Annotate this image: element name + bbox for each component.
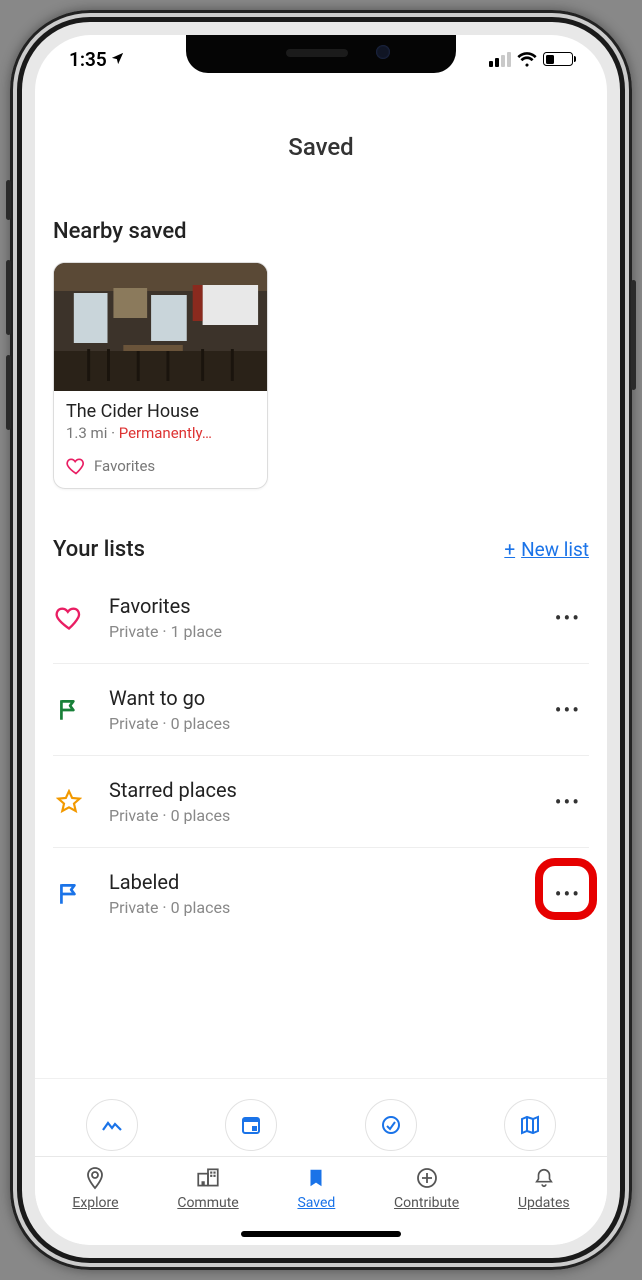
list-row-starred[interactable]: Starred places Private · 0 places ••• xyxy=(53,756,589,848)
list-more-button[interactable]: ••• xyxy=(549,600,587,636)
list-row-favorites[interactable]: Favorites Private · 1 place ••• xyxy=(53,572,589,664)
tab-saved[interactable]: Saved xyxy=(297,1165,335,1211)
status-time: 1:35 xyxy=(69,48,107,71)
map-icon xyxy=(518,1113,542,1137)
place-title: The Cider House xyxy=(66,401,255,422)
tab-contribute[interactable]: Contribute xyxy=(394,1165,459,1211)
list-name: Want to go xyxy=(109,686,523,710)
commute-icon xyxy=(195,1165,221,1191)
new-list-button[interactable]: + New list xyxy=(504,538,589,561)
chip-following[interactable]: Following xyxy=(336,1099,446,1156)
place-meta: 1.3 mi · Permanently… xyxy=(66,424,255,442)
heart-icon xyxy=(66,456,86,476)
list-row-want-to-go[interactable]: Want to go Private · 0 places ••• xyxy=(53,664,589,756)
nearby-saved-heading: Nearby saved xyxy=(53,219,589,244)
list-sub: Private · 0 places xyxy=(109,806,523,825)
cellular-signal-icon xyxy=(489,52,511,67)
nearby-place-card[interactable]: The Cider House 1.3 mi · Permanently… Fa… xyxy=(53,262,268,489)
list-sub: Private · 0 places xyxy=(109,714,523,733)
chip-timeline[interactable]: Timeline xyxy=(57,1099,167,1156)
list-more-button[interactable]: ••• xyxy=(549,692,587,728)
page-title: Saved xyxy=(35,133,607,161)
pin-icon xyxy=(82,1165,108,1191)
plus-circle-icon xyxy=(414,1165,440,1191)
list-name: Starred places xyxy=(109,778,523,802)
bell-icon xyxy=(531,1165,557,1191)
tab-commute[interactable]: Commute xyxy=(177,1165,238,1211)
wifi-icon xyxy=(517,52,537,67)
label-flag-icon xyxy=(55,880,83,908)
place-photo xyxy=(54,263,267,391)
list-sub: Private · 1 place xyxy=(109,622,523,641)
battery-icon xyxy=(543,52,573,66)
bookmark-icon xyxy=(303,1165,329,1191)
your-lists-heading: Your lists xyxy=(53,537,145,562)
new-list-label: New list xyxy=(521,538,589,561)
timeline-icon xyxy=(100,1113,124,1137)
home-indicator[interactable] xyxy=(241,1231,401,1237)
list-name: Labeled xyxy=(109,870,523,894)
list-more-button[interactable]: ••• xyxy=(549,784,587,820)
following-icon xyxy=(379,1113,403,1137)
plus-icon: + xyxy=(504,538,515,561)
tab-updates[interactable]: Updates xyxy=(518,1165,570,1211)
bottom-tab-bar: Explore Commute Saved Contribute xyxy=(35,1156,607,1217)
calendar-icon xyxy=(239,1113,263,1137)
list-more-button[interactable]: ••• xyxy=(549,876,587,912)
chip-reservations[interactable]: Reservations xyxy=(196,1099,306,1156)
chip-maps[interactable]: Maps xyxy=(475,1099,585,1156)
place-list-label: Favorites xyxy=(94,457,155,475)
list-name: Favorites xyxy=(109,594,523,618)
location-services-icon xyxy=(110,48,125,71)
heart-icon xyxy=(55,604,83,632)
list-row-labeled[interactable]: Labeled Private · 0 places ••• xyxy=(53,848,589,939)
device-notch xyxy=(186,35,456,73)
tab-explore[interactable]: Explore xyxy=(72,1165,118,1211)
list-sub: Private · 0 places xyxy=(109,898,523,917)
star-icon xyxy=(55,788,83,816)
flag-icon xyxy=(55,696,83,724)
